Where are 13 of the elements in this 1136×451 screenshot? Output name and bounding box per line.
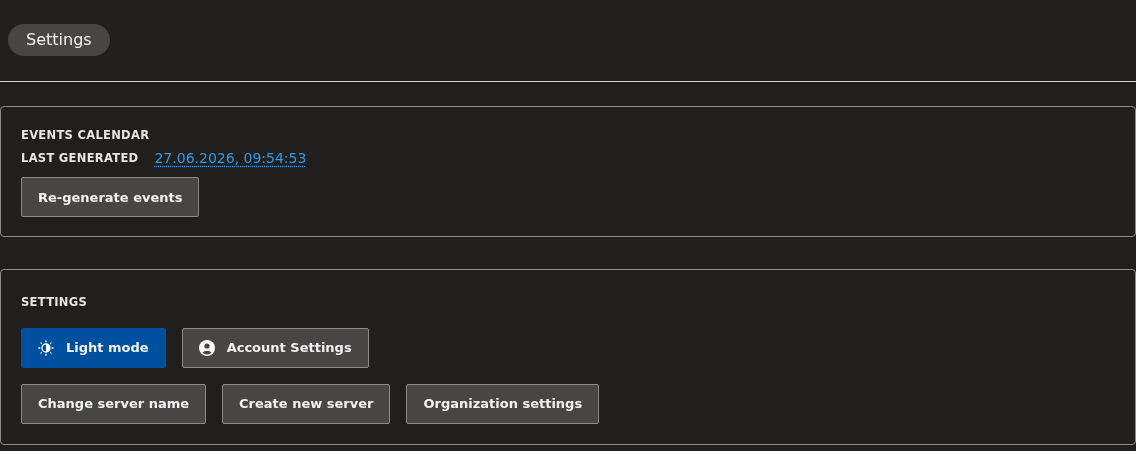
section-heading: SETTINGS	[21, 294, 89, 312]
action-button[interactable]: Create new server	[222, 383, 391, 424]
action-button[interactable]: Change server name	[21, 383, 207, 424]
last-generated-label: LAST GENERATED	[21, 150, 139, 168]
page-title: Settings	[8, 24, 110, 56]
user-icon	[198, 339, 215, 356]
action-button[interactable]: Organization settings	[406, 383, 600, 424]
section-heading: EVENTS CALENDAR	[21, 127, 151, 144]
action-button[interactable]: Re-generate events	[21, 177, 200, 218]
contrast-icon	[38, 339, 54, 356]
action-button[interactable]: Account Settings	[181, 327, 369, 368]
timestamp-link[interactable]: 27.06.2026, 09:54:53	[154, 148, 307, 170]
action-button[interactable]: Light mode	[21, 327, 166, 368]
